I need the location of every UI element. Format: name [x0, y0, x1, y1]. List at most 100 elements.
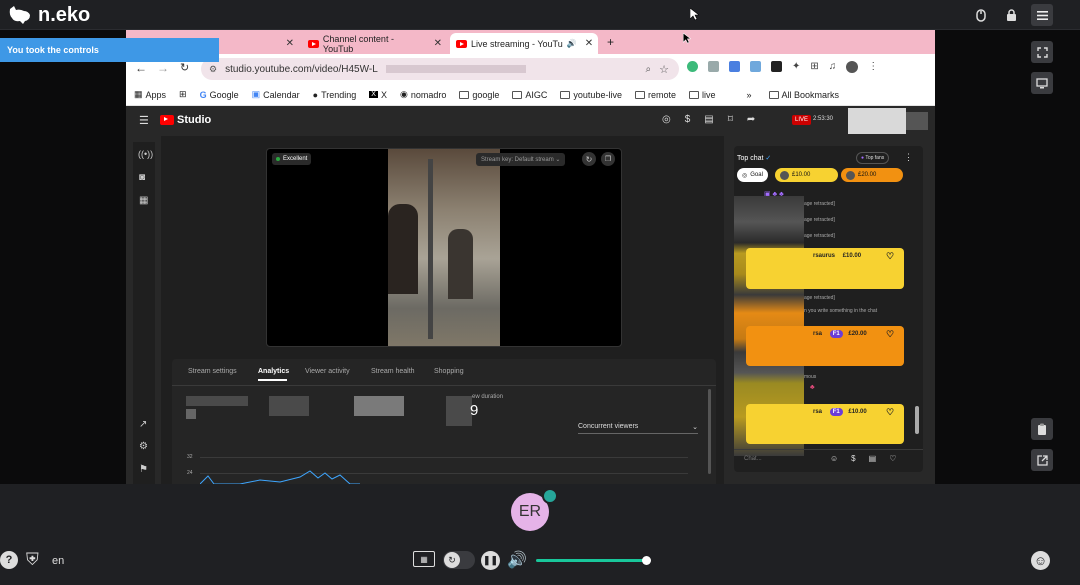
close-tab-icon[interactable]: ✕ — [286, 38, 294, 49]
settings-icon[interactable]: ⚙ — [139, 441, 148, 452]
clipboard-button[interactable] — [1031, 418, 1053, 440]
layout-icon[interactable]: ▤ — [704, 114, 713, 125]
realtime-icon[interactable]: ◎ — [662, 114, 671, 125]
language-select[interactable]: en — [52, 555, 64, 567]
neko-cat-icon — [9, 6, 30, 24]
star-icon[interactable]: ☆ — [659, 63, 669, 76]
redacted-avatar[interactable] — [906, 112, 928, 130]
pole-shape — [428, 159, 433, 339]
chat-scrollbar[interactable] — [915, 406, 919, 434]
monitor-button[interactable] — [1031, 72, 1053, 94]
heart-icon[interactable]: ♡ — [886, 251, 894, 262]
translate-extension-icon[interactable] — [729, 61, 740, 72]
all-bookmarks[interactable]: All Bookmarks — [768, 90, 839, 100]
share-icon[interactable]: ➦ — [747, 114, 755, 125]
superchat-chip-20[interactable]: £20.00 — [841, 168, 903, 182]
calendar-icon[interactable]: ▦ — [139, 195, 148, 206]
notification-extension-icon[interactable] — [771, 61, 782, 72]
super-chat-icon[interactable]: $ — [851, 454, 855, 463]
arrow-out-icon[interactable]: ↗ — [139, 419, 147, 430]
monetization-icon[interactable]: $ — [685, 114, 691, 125]
refresh-icon[interactable]: ↻ — [582, 152, 596, 166]
top-fans-button[interactable]: ● Top fans — [856, 152, 890, 164]
mouse-icon[interactable] — [972, 6, 990, 24]
camera-extension-icon[interactable] — [708, 61, 719, 72]
tab-viewer-activity[interactable]: Viewer activity — [305, 368, 350, 375]
bookmark-folder-aigc[interactable]: AIGC — [512, 90, 547, 100]
bookmark-folder-youtube-live[interactable]: youtube-live — [560, 90, 622, 100]
fullscreen-button[interactable] — [1031, 41, 1053, 63]
close-tab-icon[interactable]: ✕ — [434, 38, 442, 49]
bookmark-folder-live[interactable]: live — [688, 90, 715, 100]
bookmark-icon[interactable]: ⌑ — [728, 114, 733, 125]
lock-icon[interactable] — [1002, 6, 1020, 24]
pointer-lock-toggle[interactable]: ↻ — [443, 551, 475, 569]
bookmark-calendar[interactable]: ▣ Calendar — [252, 89, 300, 100]
remote-browser-window[interactable]: ✕ Channel content - YouTub ✕ Live stream… — [126, 30, 935, 484]
help-icon[interactable]: ? — [0, 551, 18, 569]
heart-icon[interactable]: ♡ — [886, 329, 894, 340]
hamburger-icon[interactable]: ☰ — [139, 114, 149, 127]
bookmark-nomadro[interactable]: ◉ nomadro — [400, 89, 446, 100]
pin-icon[interactable]: ⊞ — [810, 61, 818, 73]
new-tab-icon[interactable]: + — [607, 35, 614, 49]
profile-avatar[interactable] — [846, 61, 859, 73]
address-bar[interactable]: ⚙ studio.youtube.com/video/H45W-L ⌕ ☆ — [201, 58, 679, 80]
external-link-button[interactable] — [1031, 449, 1053, 471]
close-tab-icon[interactable]: ✕ — [585, 38, 593, 49]
browser-tab-2[interactable]: Channel content - YouTub ✕ — [302, 33, 442, 54]
keyboard-icon[interactable]: ▦ — [413, 551, 435, 567]
scrollbar[interactable] — [708, 389, 711, 474]
poll-icon[interactable]: ▤ — [869, 454, 877, 463]
copy-icon[interactable]: ❐ — [601, 152, 615, 166]
feedback-icon[interactable]: ⚑ — [139, 464, 148, 475]
grid-line — [200, 457, 688, 458]
browser-tab-3[interactable]: Live streaming - YouTu 🔊 ✕ — [450, 33, 598, 54]
bookmark-google[interactable]: G Google — [200, 90, 239, 100]
volume-slider-handle[interactable] — [642, 556, 651, 565]
more-menu-icon[interactable]: ⋮ — [868, 61, 878, 73]
tab-shopping[interactable]: Shopping — [434, 368, 464, 375]
pause-icon[interactable]: ❚❚ — [481, 551, 500, 570]
studio-logo[interactable]: Studio — [160, 114, 211, 126]
forward-icon[interactable]: → — [157, 61, 169, 75]
stream-preview[interactable]: Excellent Stream key: Default stream ⌄ ↻… — [266, 148, 622, 347]
bookmark-folder-remote[interactable]: remote — [634, 90, 676, 100]
link-extension-icon[interactable] — [750, 61, 761, 72]
stream-key-select[interactable]: Stream key: Default stream ⌄ — [476, 153, 566, 166]
stream-icon[interactable]: ((•)) — [138, 149, 153, 159]
concurrent-viewers-select[interactable]: Concurrent viewers ⌄ — [578, 423, 698, 434]
bookmark-apps[interactable]: ▦ Apps — [134, 89, 166, 100]
puzzle-extensions-icon[interactable]: ✦ — [792, 61, 800, 73]
zoom-search-icon[interactable]: ⌕ — [646, 64, 652, 75]
extension-icon[interactable] — [687, 61, 698, 72]
bookmark-folder-google[interactable]: google — [459, 90, 499, 100]
bookmark-grid[interactable]: ⊞ — [179, 89, 187, 100]
chat-input[interactable]: Chat... — [744, 456, 834, 462]
shield-icon[interactable]: ⛨ — [26, 550, 39, 570]
back-icon[interactable]: ← — [135, 61, 147, 75]
superchat-chip-10[interactable]: £10.00 — [775, 168, 838, 182]
tab-analytics[interactable]: Analytics — [258, 368, 289, 375]
volume-slider[interactable] — [536, 559, 648, 562]
heart-icon[interactable]: ♡ — [886, 407, 894, 418]
goal-chip[interactable]: ◎ Goal — [737, 168, 768, 182]
media-icon[interactable]: ♫ — [829, 61, 837, 73]
site-info-icon[interactable]: ⚙ — [209, 64, 217, 75]
tab-stream-settings[interactable]: Stream settings — [188, 368, 237, 375]
reload-icon[interactable]: ↻ — [180, 61, 189, 74]
bookmark-label: Trending — [321, 89, 357, 100]
hamburger-menu-button[interactable] — [1031, 4, 1053, 26]
chat-more-icon[interactable]: ⋮ — [904, 152, 913, 163]
volume-icon[interactable]: 🔊 — [507, 550, 527, 570]
camera-icon[interactable]: ◙ — [139, 172, 145, 183]
emoji-icon: ♣ — [810, 384, 815, 391]
heart-icon[interactable]: ♡ — [889, 454, 896, 463]
emoji-reaction-icon[interactable]: ☺ — [1031, 551, 1050, 570]
bookmark-x[interactable]: XX — [369, 90, 387, 100]
chat-title[interactable]: Top chat ✓ — [737, 154, 771, 162]
tab-stream-health[interactable]: Stream health — [371, 368, 415, 375]
emoji-picker-icon[interactable]: ☺ — [830, 454, 838, 463]
bookmark-trending[interactable]: ● Trending — [313, 90, 357, 100]
bookmarks-overflow-icon[interactable]: » — [746, 90, 751, 100]
